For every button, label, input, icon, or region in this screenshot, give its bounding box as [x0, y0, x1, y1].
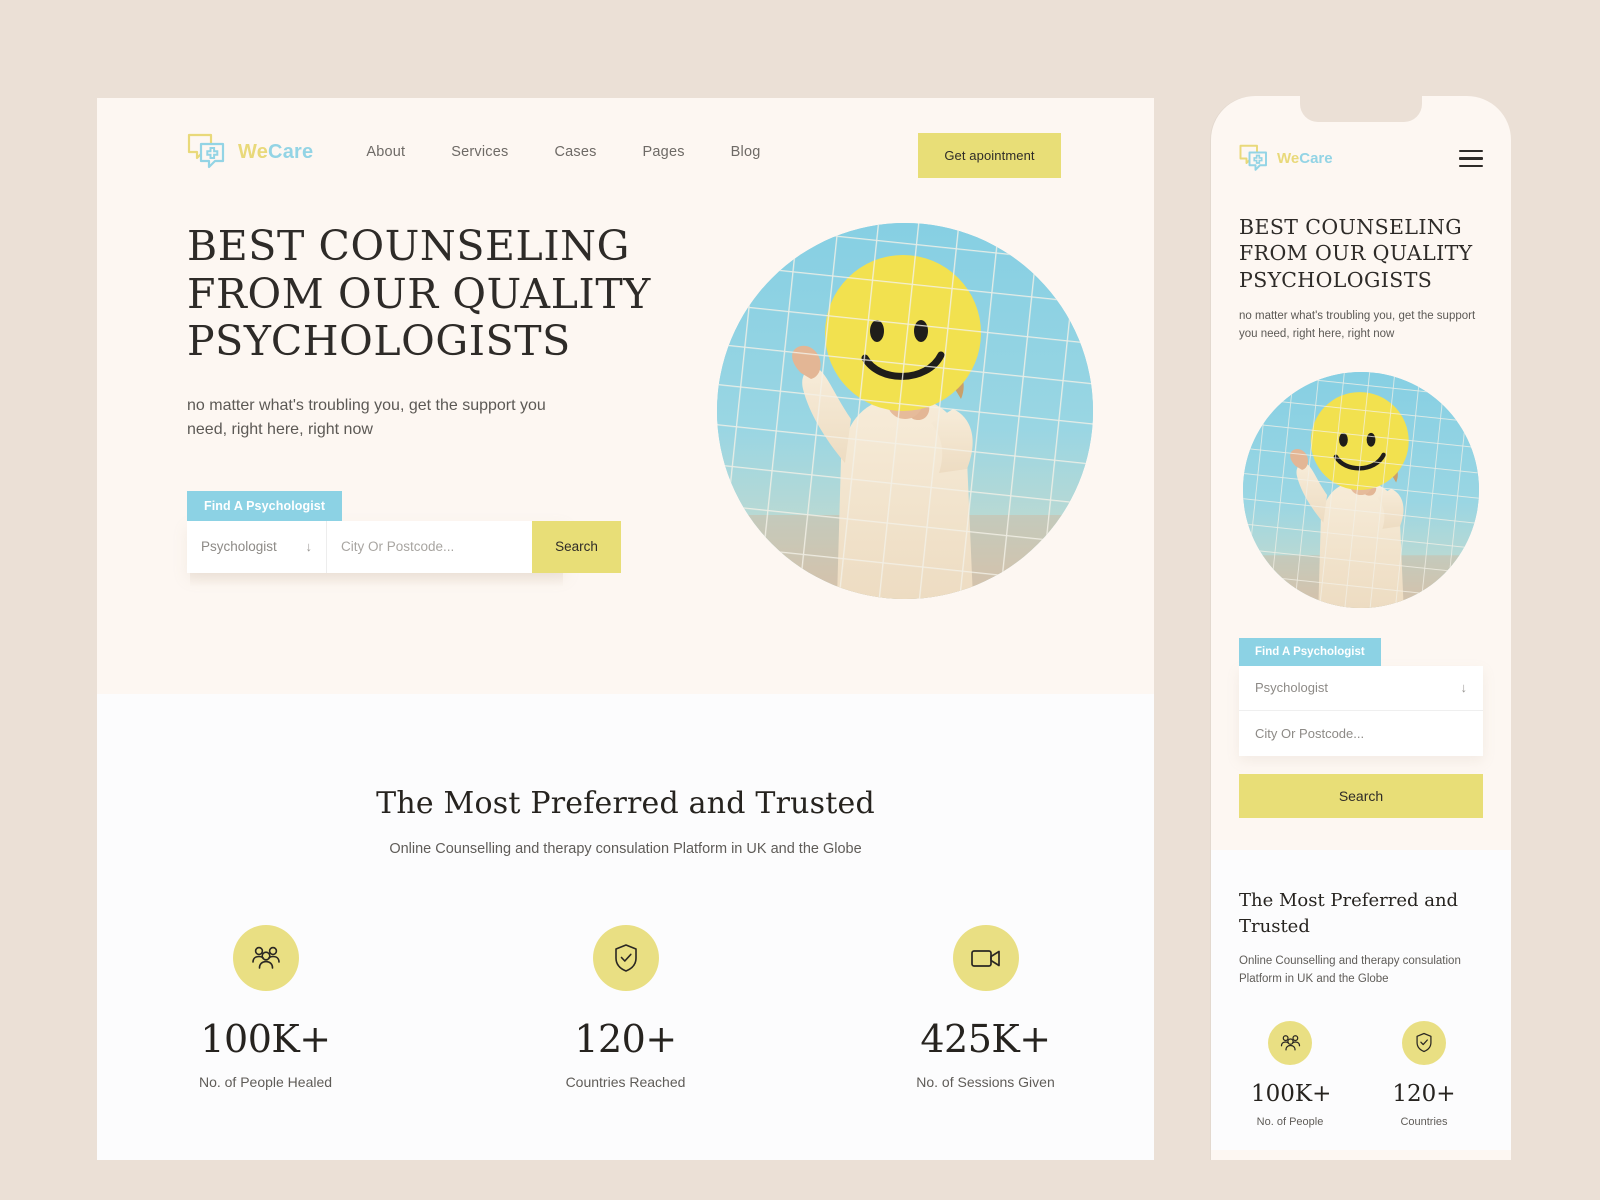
mobile-brand-name-part1: We: [1277, 150, 1300, 167]
city-or-postcode-input[interactable]: [327, 520, 532, 573]
search-bar: Psychologist ↓ Search: [187, 520, 621, 573]
stat-label: No. of Sessions Given: [916, 1074, 1055, 1090]
nav-link-blog[interactable]: Blog: [731, 144, 761, 160]
mobile-stat-card: 120+ Countries: [1385, 1020, 1463, 1130]
brand-name-part1: We: [238, 140, 269, 163]
mobile-stats-row: 100K+ No. of People 120+ Countries: [1239, 1020, 1483, 1130]
mobile-search-box: Psychologist ↓ City Or Postcode...: [1239, 665, 1483, 756]
search-drop-shadow: [190, 572, 563, 587]
hero-copy: BEST COUNSELING FROM OUR QUALITY PSYCHOL…: [187, 222, 687, 599]
brand-name: WeCare: [238, 141, 313, 164]
desktop-mockup: WeCare About Services Cases Pages Blog G…: [97, 98, 1154, 1160]
psychologist-search-widget: Find A Psychologist Psychologist ↓ Searc…: [187, 490, 621, 587]
stat-label: No. of People Healed: [198, 1074, 333, 1090]
phone-notch: [1300, 96, 1422, 122]
mobile-hero-title: BEST COUNSELING FROM OUR QUALITY PSYCHOL…: [1239, 215, 1473, 292]
nav-links: About Services Cases Pages Blog: [366, 144, 760, 160]
arrow-down-icon: ↓: [305, 539, 313, 555]
stats-subtitle: Online Counselling and therapy consulati…: [389, 841, 862, 857]
mobile-psychologist-type-select[interactable]: Psychologist ↓: [1239, 666, 1483, 711]
stat-value: 120+: [574, 1017, 677, 1061]
mobile-logo[interactable]: WeCare: [1239, 144, 1333, 173]
mobile-stats-title: The Most Preferred and Trusted: [1239, 889, 1459, 938]
get-appointment-button[interactable]: Get apointment: [918, 133, 1061, 178]
mobile-stats-section: The Most Preferred and Trusted Online Co…: [1211, 849, 1511, 1150]
mobile-stat-label: No. of People: [1256, 1115, 1324, 1128]
hamburger-bar: [1459, 164, 1483, 168]
mobile-stat-label: Countries: [1400, 1115, 1448, 1128]
navbar: WeCare About Services Cases Pages Blog G…: [97, 98, 1154, 178]
shield-check-icon: [592, 925, 659, 991]
mobile-hero-section: WeCare BEST COUNSELING FROM OUR QUALITY …: [1211, 96, 1511, 818]
stats-section: The Most Preferred and Trusted Online Co…: [97, 694, 1154, 1160]
arrow-down-icon: ↓: [1460, 680, 1468, 696]
mobile-brand-name-part2: Care: [1299, 150, 1333, 167]
people-group-icon: [232, 925, 299, 991]
mobile-brand-name: WeCare: [1277, 150, 1333, 167]
chat-bubbles-plus-icon: [187, 133, 227, 171]
mobile-city-placeholder: City Or Postcode...: [1255, 725, 1365, 741]
mobile-stat-card: 100K+ No. of People: [1251, 1020, 1332, 1130]
mobile-city-or-postcode-input[interactable]: City Or Postcode...: [1239, 711, 1483, 756]
psychologist-type-select[interactable]: Psychologist ↓: [187, 520, 327, 573]
hero-section: WeCare About Services Cases Pages Blog G…: [97, 98, 1154, 694]
stat-value: 425K+: [920, 1017, 1051, 1061]
psychologist-type-value: Psychologist: [201, 539, 277, 555]
mobile-stats-subtitle: Online Counselling and therapy consulati…: [1239, 955, 1461, 985]
mobile-hero-subtitle: no matter what's troubling you, get the …: [1239, 310, 1476, 341]
nav-link-pages[interactable]: Pages: [643, 144, 685, 160]
hero-body: BEST COUNSELING FROM OUR QUALITY PSYCHOL…: [97, 171, 1154, 599]
hamburger-bar: [1459, 157, 1483, 160]
stat-card: 100K+ No. of People Healed: [161, 925, 371, 1090]
stat-card: 425K+ No. of Sessions Given: [881, 925, 1091, 1090]
mobile-search-widget: Find A Psychologist Psychologist ↓ City …: [1239, 637, 1483, 818]
brand-name-part2: Care: [268, 140, 314, 163]
video-camera-icon: [952, 925, 1019, 991]
nav-link-services[interactable]: Services: [451, 144, 508, 160]
hero-image: [717, 223, 1093, 599]
stats-title: The Most Preferred and Trusted: [376, 786, 875, 821]
stat-value: 100K+: [200, 1017, 331, 1061]
mobile-stat-value: 100K+: [1251, 1080, 1332, 1107]
hamburger-menu-icon[interactable]: [1459, 149, 1483, 168]
stat-card: 120+ Countries Reached: [521, 925, 731, 1090]
mobile-stat-value: 120+: [1392, 1080, 1456, 1107]
people-group-icon: [1268, 1020, 1312, 1065]
hero-title: BEST COUNSELING FROM OUR QUALITY PSYCHOL…: [187, 222, 651, 366]
stat-label: Countries Reached: [565, 1074, 686, 1090]
logo[interactable]: WeCare: [187, 133, 313, 171]
mobile-search-tab[interactable]: Find A Psychologist: [1239, 637, 1381, 666]
mobile-hero-image: [1243, 371, 1479, 608]
mobile-mockup: WeCare BEST COUNSELING FROM OUR QUALITY …: [1211, 96, 1511, 1160]
mobile-search-button[interactable]: Search: [1239, 773, 1483, 818]
hero-subtitle: no matter what's troubling you, get the …: [187, 396, 546, 438]
search-button[interactable]: Search: [532, 520, 621, 573]
chat-bubbles-plus-icon: [1239, 144, 1269, 173]
hamburger-bar: [1459, 149, 1483, 153]
nav-link-cases[interactable]: Cases: [554, 144, 596, 160]
nav-link-about[interactable]: About: [366, 144, 405, 160]
shield-check-icon: [1402, 1020, 1446, 1065]
mobile-psychologist-type-value: Psychologist: [1255, 680, 1328, 696]
search-tab-find-a-psychologist[interactable]: Find A Psychologist: [187, 490, 343, 521]
stats-row: 100K+ No. of People Healed 120+ Countrie…: [97, 925, 1154, 1090]
